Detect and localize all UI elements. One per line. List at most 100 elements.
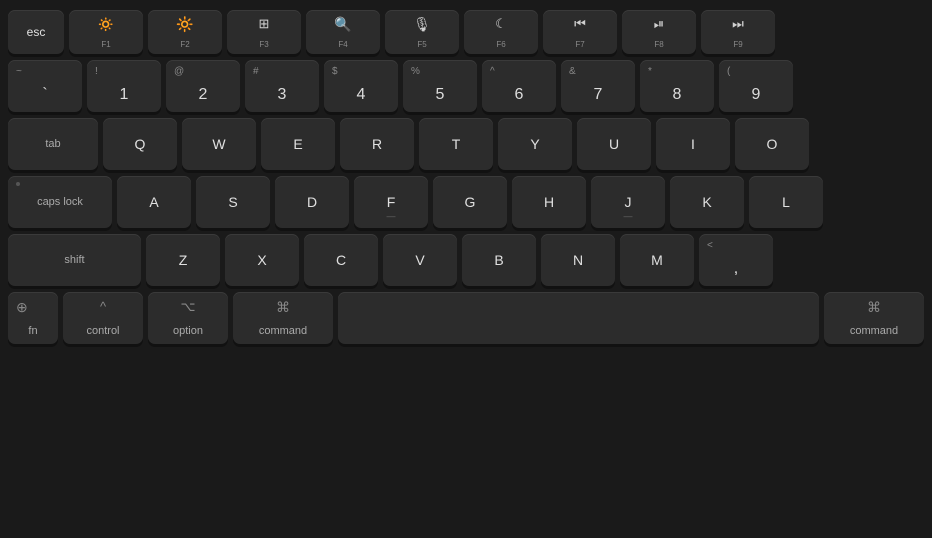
key-j[interactable]: J — (591, 176, 665, 228)
option-label: option (173, 325, 203, 337)
key-s[interactable]: S (196, 176, 270, 228)
7-label: 7 (594, 86, 603, 104)
3-label: 3 (278, 86, 287, 104)
1-label: 1 (120, 86, 129, 104)
key-c[interactable]: C (304, 234, 378, 286)
asdf-row: caps lock A S D F — G H J — K L (8, 176, 924, 228)
key-f2[interactable]: 🔆 F2 (148, 10, 222, 54)
tab-label: tab (45, 138, 60, 150)
caps-label: caps lock (37, 196, 83, 208)
2-label: 2 (199, 86, 208, 104)
key-command-left[interactable]: ⌘ command (233, 292, 333, 344)
number-row: ~ ` ! 1 @ 2 # 3 $ 4 % 5 ^ 6 & 7 (8, 60, 924, 112)
hash-symbol: # (253, 66, 259, 77)
caret-symbol: ^ (490, 66, 495, 77)
key-5[interactable]: % 5 (403, 60, 477, 112)
key-comma[interactable]: < , (699, 234, 773, 286)
key-1[interactable]: ! 1 (87, 60, 161, 112)
key-a[interactable]: A (117, 176, 191, 228)
8-label: 8 (673, 86, 682, 104)
key-9[interactable]: ( 9 (719, 60, 793, 112)
key-f7[interactable]: ⏮ F7 (543, 10, 617, 54)
key-t[interactable]: T (419, 118, 493, 170)
key-f3[interactable]: ⊞ F3 (227, 10, 301, 54)
key-capslock[interactable]: caps lock (8, 176, 112, 228)
key-6[interactable]: ^ 6 (482, 60, 556, 112)
5-label: 5 (436, 86, 445, 104)
key-v[interactable]: V (383, 234, 457, 286)
key-d[interactable]: D (275, 176, 349, 228)
mission-control-icon: ⊞ (259, 16, 270, 32)
key-l[interactable]: L (749, 176, 823, 228)
key-f4[interactable]: 🔍 F4 (306, 10, 380, 54)
function-row: esc 🔅 F1 🔆 F2 ⊞ F3 🔍 F4 🎙 F5 ☾ F6 ⏮ F7 (8, 10, 924, 54)
key-w[interactable]: W (182, 118, 256, 170)
keyboard: esc 🔅 F1 🔆 F2 ⊞ F3 🔍 F4 🎙 F5 ☾ F6 ⏮ F7 (8, 10, 924, 344)
key-3[interactable]: # 3 (245, 60, 319, 112)
key-f8[interactable]: ⏯ F8 (622, 10, 696, 54)
key-r[interactable]: R (340, 118, 414, 170)
microphone-icon: 🎙 (413, 16, 431, 33)
f5-label: F5 (417, 40, 426, 49)
key-fn[interactable]: ⊕ fn (8, 292, 58, 344)
f1-label: F1 (101, 40, 110, 49)
key-option[interactable]: ⌥ option (148, 292, 228, 344)
key-7[interactable]: & 7 (561, 60, 635, 112)
lparen-symbol: ( (727, 66, 730, 77)
control-label: control (86, 325, 119, 337)
key-x[interactable]: X (225, 234, 299, 286)
key-command-right[interactable]: ⌘ command (824, 292, 924, 344)
key-f9[interactable]: ⏭ F9 (701, 10, 775, 54)
key-4[interactable]: $ 4 (324, 60, 398, 112)
f4-label: F4 (338, 40, 347, 49)
key-z[interactable]: Z (146, 234, 220, 286)
caps-indicator (16, 182, 20, 186)
key-g[interactable]: G (433, 176, 507, 228)
dnd-icon: ☾ (495, 16, 507, 32)
key-u[interactable]: U (577, 118, 651, 170)
at-symbol: @ (174, 66, 184, 77)
key-n[interactable]: N (541, 234, 615, 286)
rewind-icon: ⏮ (574, 16, 586, 32)
shift-left-label: shift (64, 254, 84, 266)
key-e[interactable]: E (261, 118, 335, 170)
fn-label: fn (28, 325, 37, 337)
play-pause-icon: ⏯ (654, 16, 664, 32)
f3-label: F3 (259, 40, 268, 49)
dollar-symbol: $ (332, 66, 338, 77)
key-i[interactable]: I (656, 118, 730, 170)
brightness-down-icon: 🔅 (97, 16, 114, 33)
key-k[interactable]: K (670, 176, 744, 228)
percent-symbol: % (411, 66, 420, 77)
key-m[interactable]: M (620, 234, 694, 286)
key-space[interactable] (338, 292, 819, 344)
key-f1[interactable]: 🔅 F1 (69, 10, 143, 54)
key-f6[interactable]: ☾ F6 (464, 10, 538, 54)
brightness-up-icon: 🔆 (176, 16, 193, 33)
f6-label: F6 (496, 40, 505, 49)
key-2[interactable]: @ 2 (166, 60, 240, 112)
key-control[interactable]: ^ control (63, 292, 143, 344)
key-tab[interactable]: tab (8, 118, 98, 170)
f2-label: F2 (180, 40, 189, 49)
6-label: 6 (515, 86, 524, 104)
key-tilde[interactable]: ~ ` (8, 60, 82, 112)
key-f[interactable]: F — (354, 176, 428, 228)
ampersand-symbol: & (569, 66, 576, 77)
key-b[interactable]: B (462, 234, 536, 286)
key-q[interactable]: Q (103, 118, 177, 170)
bottom-row: ⊕ fn ^ control ⌥ option ⌘ command ⌘ comm… (8, 292, 924, 344)
key-esc[interactable]: esc (8, 10, 64, 54)
key-h[interactable]: H (512, 176, 586, 228)
backtick-label: ` (42, 86, 47, 104)
tilde-symbol: ~ (16, 66, 22, 77)
key-o[interactable]: O (735, 118, 809, 170)
key-8[interactable]: * 8 (640, 60, 714, 112)
fast-forward-icon: ⏭ (732, 16, 744, 32)
key-y[interactable]: Y (498, 118, 572, 170)
key-f5[interactable]: 🎙 F5 (385, 10, 459, 54)
esc-label: esc (27, 25, 46, 39)
exclaim-symbol: ! (95, 66, 98, 77)
9-label: 9 (752, 86, 761, 104)
key-shift-left[interactable]: shift (8, 234, 141, 286)
